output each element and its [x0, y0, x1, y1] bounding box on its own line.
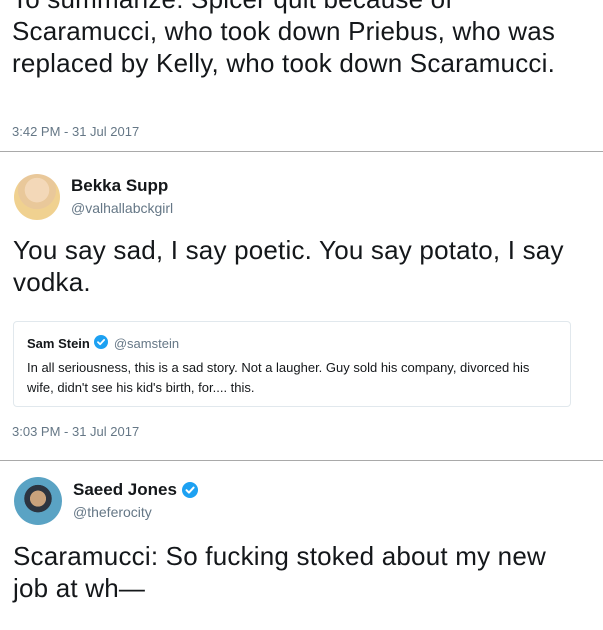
tweet-1: To summarize: Spicer quit because of Sca… [0, 0, 603, 152]
author-handle[interactable]: @valhallabckgirl [71, 200, 173, 216]
author-row: Bekka Supp [71, 176, 168, 196]
tweet-timestamp[interactable]: 3:03 PM - 31 Jul 2017 [12, 424, 139, 439]
author-name[interactable]: Bekka Supp [71, 176, 168, 196]
verified-icon [181, 482, 198, 498]
tweet-text: Scaramucci: So fucking stoked about my n… [13, 541, 546, 603]
avatar[interactable] [14, 174, 60, 220]
quoted-tweet-text: In all seriousness, this is a sad story.… [27, 360, 530, 395]
tweet-text: To summarize: Spicer quit because of Sca… [12, 0, 556, 78]
tweet-text: You say sad, I say poetic. You say potat… [13, 235, 564, 297]
quoted-tweet[interactable]: Sam Stein @samstein In all seriousness, … [13, 321, 571, 407]
quoted-author-name: Sam Stein [27, 335, 90, 351]
verified-icon [93, 335, 110, 351]
avatar[interactable] [14, 477, 62, 525]
quoted-tweet-header: Sam Stein @samstein [27, 335, 179, 351]
author-handle[interactable]: @theferocity [73, 504, 152, 520]
tweet-3: Saeed Jones @theferocity Scaramucci: So … [0, 461, 603, 630]
author-row: Saeed Jones [73, 480, 198, 500]
quoted-author-handle: @samstein [113, 335, 180, 351]
author-name[interactable]: Saeed Jones [73, 480, 177, 500]
tweet-timestamp[interactable]: 3:42 PM - 31 Jul 2017 [12, 124, 139, 139]
tweet-2: Bekka Supp @valhallabckgirl You say sad,… [0, 152, 603, 460]
